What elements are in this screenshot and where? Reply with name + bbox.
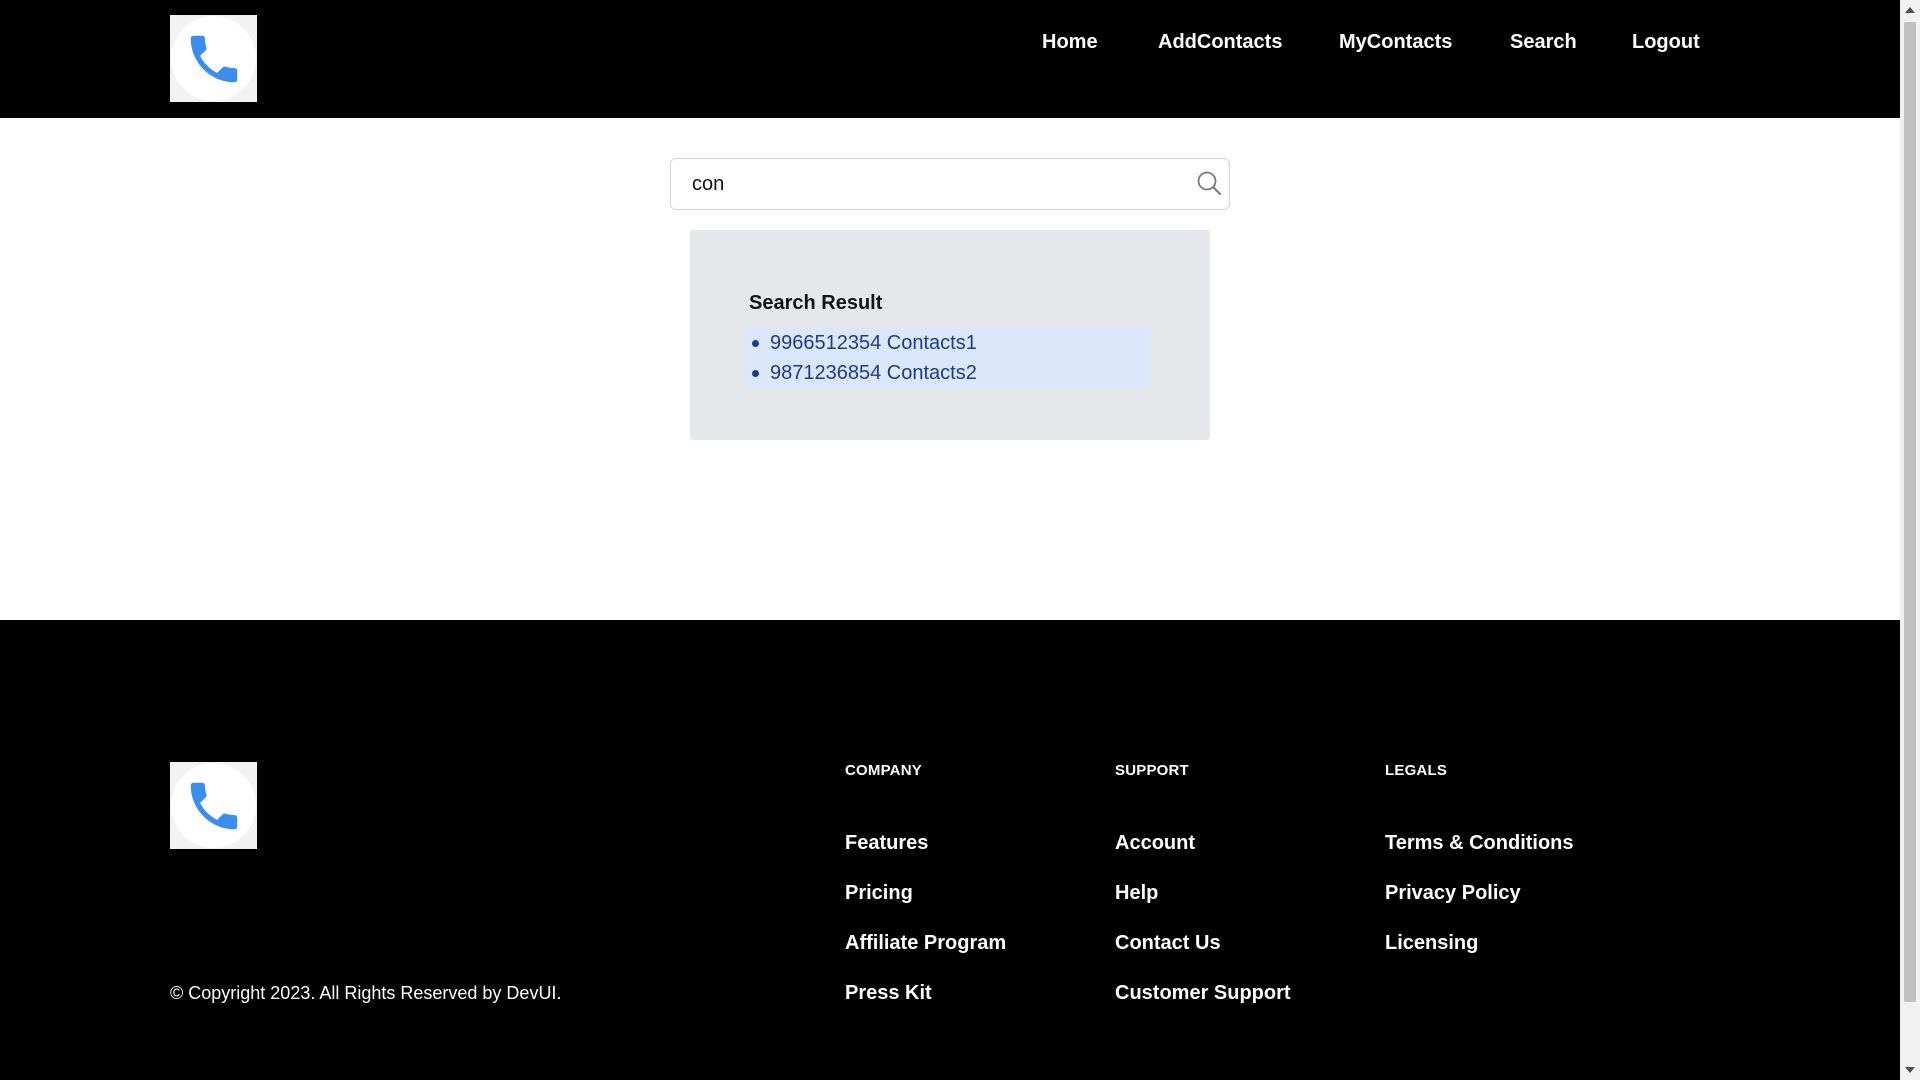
search-bar	[670, 158, 1230, 210]
search-result-item[interactable]: 9871236854 Contacts2	[746, 358, 1150, 388]
copyright-text: © Copyright 2023. All Rights Reserved by…	[170, 983, 562, 1003]
header-logo[interactable]	[170, 15, 257, 102]
footer-link-licensing[interactable]: Licensing	[1385, 932, 1478, 955]
footer-heading-company: COMPANY	[845, 762, 922, 779]
logo-disc	[171, 763, 256, 848]
footer-link-terms-conditions[interactable]: Terms & Conditions	[1385, 832, 1574, 855]
nav-search[interactable]: Search	[1510, 27, 1577, 57]
footer-link-privacy-policy[interactable]: Privacy Policy	[1385, 882, 1521, 905]
footer-link-press-kit[interactable]: Press Kit	[845, 982, 932, 1005]
footer-link-contact-us[interactable]: Contact Us	[1115, 932, 1221, 955]
search-result-list: 9966512354 Contacts1 9871236854 Contacts…	[746, 328, 1150, 388]
nav-home[interactable]: Home	[1042, 27, 1098, 57]
logo-disc	[171, 16, 256, 101]
top-navbar: Home AddContacts MyContacts Search Logou…	[0, 0, 1900, 118]
search-result-item[interactable]: 9966512354 Contacts1	[746, 328, 1150, 358]
footer-link-account[interactable]: Account	[1115, 832, 1195, 855]
scroll-thumb[interactable]	[1904, 22, 1916, 1002]
footer-heading-legals: LEGALS	[1385, 762, 1448, 779]
vertical-scrollbar[interactable]	[1900, 0, 1920, 1080]
footer-heading-support: SUPPORT	[1115, 762, 1189, 779]
phone-icon	[190, 35, 237, 82]
nav-add-contacts[interactable]: AddContacts	[1158, 27, 1282, 57]
nav-logout[interactable]: Logout	[1632, 27, 1700, 57]
footer: © Copyright 2023. All Rights Reserved by…	[0, 620, 1900, 1080]
page: Home AddContacts MyContacts Search Logou…	[0, 0, 1900, 1080]
footer-logo[interactable]	[170, 762, 257, 849]
scroll-up-arrow-icon[interactable]	[1905, 7, 1915, 13]
search-result-panel: Search Result 9966512354 Contacts1 98712…	[690, 230, 1210, 440]
footer-link-affiliate-program[interactable]: Affiliate Program	[845, 932, 1006, 955]
search-result-title: Search Result	[749, 292, 883, 314]
scroll-down-arrow-icon[interactable]	[1905, 1067, 1915, 1073]
footer-link-customer-support[interactable]: Customer Support	[1115, 982, 1291, 1005]
footer-link-help[interactable]: Help	[1115, 882, 1158, 905]
footer-link-features[interactable]: Features	[845, 832, 928, 855]
nav-my-contacts[interactable]: MyContacts	[1339, 27, 1452, 57]
phone-icon	[190, 782, 237, 829]
search-icon[interactable]	[1195, 169, 1223, 197]
footer-link-pricing[interactable]: Pricing	[845, 882, 913, 905]
search-input[interactable]	[672, 160, 1172, 208]
